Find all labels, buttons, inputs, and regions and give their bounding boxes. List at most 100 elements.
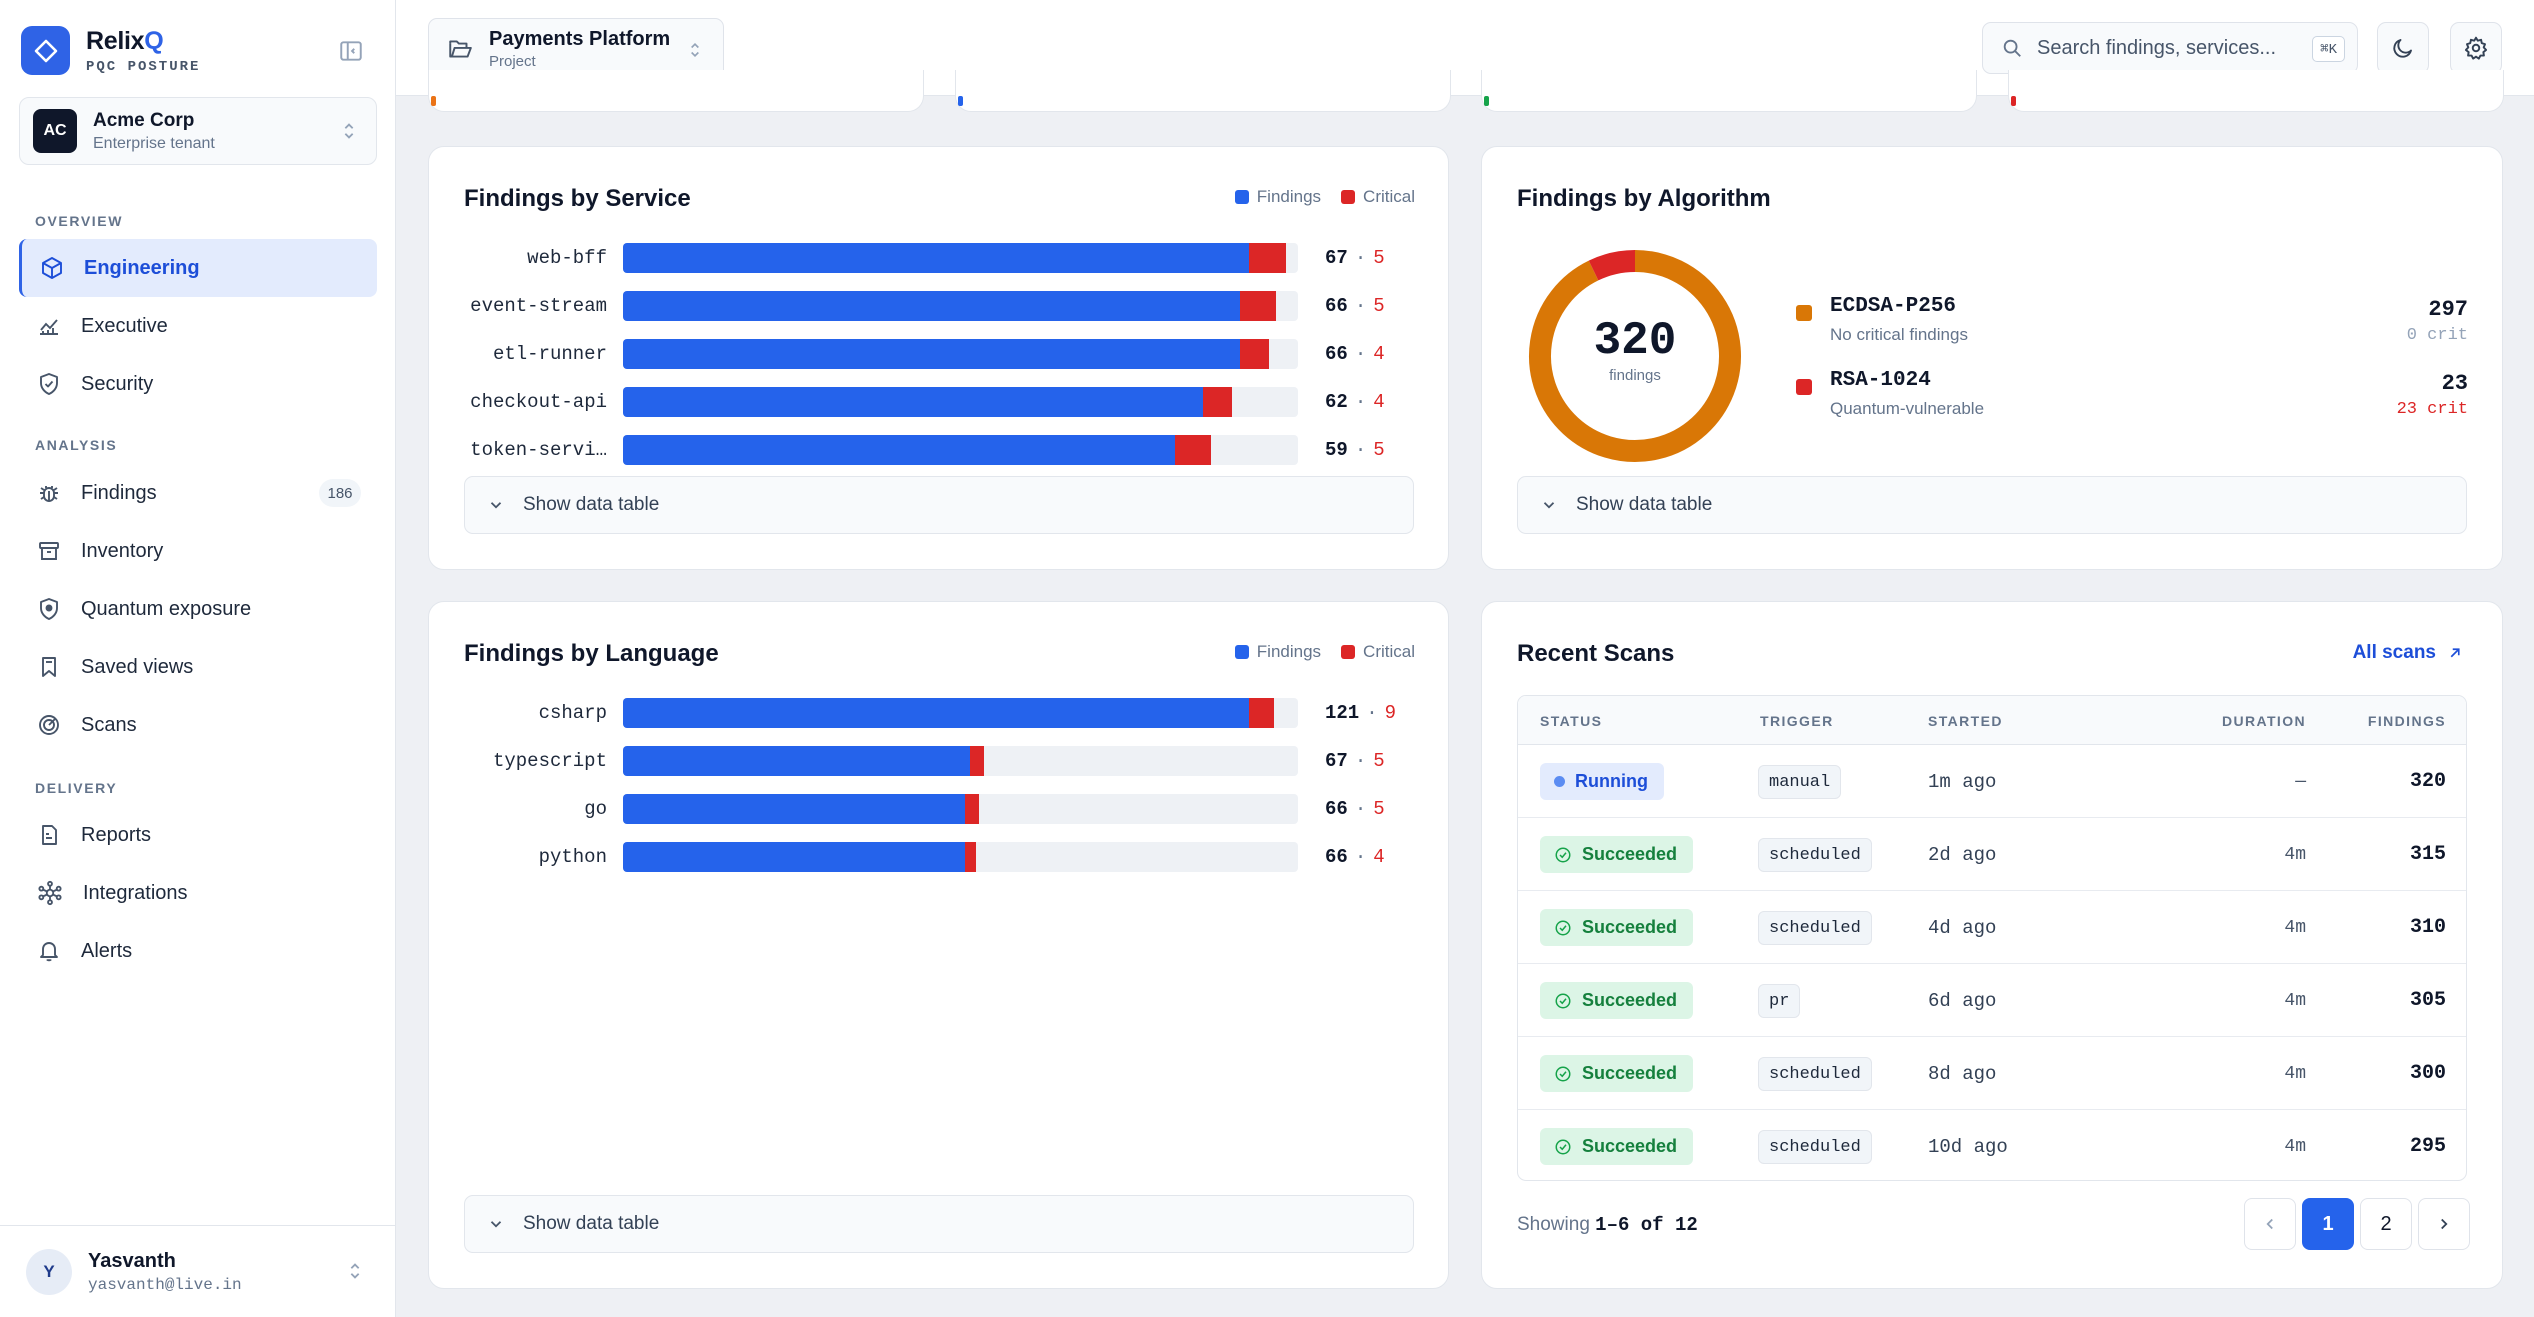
search-input[interactable] [2037, 36, 2287, 60]
table-row[interactable]: Succeeded scheduled 4d ago 4m 310 [1518, 891, 2466, 964]
bar-category-label: python [538, 846, 607, 868]
page-1-button[interactable]: 1 [2302, 1198, 2354, 1250]
findings-value: 300 [2409, 1062, 2446, 1085]
sidebar-item-saved-views[interactable]: Saved views [19, 638, 377, 696]
user-email: yasvanth@live.in [88, 1275, 242, 1294]
table-row[interactable]: Succeeded scheduled 10d ago 4m 295 [1518, 1110, 2466, 1180]
sidebar-item-integrations[interactable]: Integrations [19, 864, 377, 922]
bar-row[interactable]: web-bff 67 · 5 [429, 243, 1448, 273]
findings-value: 66 [1325, 295, 1348, 317]
trigger-tag: pr [1758, 984, 1801, 1018]
bar-category-label: web-bff [527, 247, 607, 269]
chevron-updown-icon [344, 123, 354, 139]
gear-icon [2464, 36, 2488, 60]
sidebar-item-quantum-exposure[interactable]: Quantum exposure [19, 580, 377, 638]
search-box[interactable]: ⌘K [1982, 22, 2358, 74]
sidebar-item-executive[interactable]: Executive [19, 297, 377, 355]
critical-value: 4 [1373, 391, 1385, 413]
critical-value: 5 [1373, 798, 1385, 820]
sidebar-item-label: Saved views [81, 655, 194, 678]
table-row[interactable]: Running manual 1m ago — 320 [1518, 745, 2466, 818]
legend-critical-label: Critical [1363, 187, 1415, 206]
show-data-table-button[interactable]: Show data table [464, 1195, 1414, 1253]
card-title: Recent Scans [1517, 640, 1675, 667]
collapse-sidebar-icon[interactable] [338, 38, 364, 64]
column-header-trigger: TRIGGER [1760, 713, 1834, 729]
sidebar-item-label: Integrations [83, 881, 188, 904]
brand[interactable]: RelixQ PQC POSTURE [21, 26, 200, 75]
bar-track [623, 435, 1298, 465]
prev-page-button[interactable] [2244, 1198, 2296, 1250]
sidebar-item-label: Reports [81, 823, 152, 846]
chart-line-icon [40, 319, 58, 335]
sidebar-item-reports[interactable]: Reports [19, 806, 377, 864]
sidebar-item-label: Engineering [84, 256, 200, 279]
separator-dot: · [1354, 846, 1367, 868]
algorithm-row-ecdsa[interactable]: ECDSA-P256 No critical findings 297 0 cr… [1796, 295, 2468, 355]
theme-toggle-button[interactable] [2377, 22, 2429, 74]
show-data-table-button[interactable]: Show data table [1517, 476, 2467, 534]
next-page-button[interactable] [2418, 1198, 2470, 1250]
all-scans-link[interactable]: All scans [2353, 642, 2464, 664]
bar-value-label: 66 · 5 [1325, 295, 1385, 317]
sidebar-item-label: Security [81, 372, 154, 395]
bar-row[interactable]: csharp 121 · 9 [429, 698, 1448, 728]
bar-category-label: csharp [538, 702, 607, 724]
duration-value: 4m [2284, 991, 2306, 1011]
chevron-down-icon [490, 502, 502, 509]
bar-track [623, 291, 1298, 321]
status-label: Succeeded [1582, 917, 1678, 937]
table-row[interactable]: Succeeded scheduled 8d ago 4m 300 [1518, 1037, 2466, 1110]
sidebar-item-engineering[interactable]: Engineering [19, 239, 377, 297]
bar-row[interactable]: go 66 · 5 [429, 794, 1448, 824]
table-row[interactable]: Succeeded scheduled 2d ago 4m 315 [1518, 818, 2466, 891]
page-2-button[interactable]: 2 [2360, 1198, 2412, 1250]
chevron-updown-icon [350, 1263, 360, 1279]
user-menu[interactable]: Y Yasvanth yasvanth@live.in [0, 1225, 396, 1317]
separator-dot: · [1366, 702, 1378, 724]
sidebar-item-findings[interactable]: Findings 186 [19, 464, 377, 522]
bar-row[interactable]: token-servi… 59 · 5 [429, 435, 1448, 465]
tenant-subtitle: Enterprise tenant [93, 134, 215, 152]
algorithm-row-rsa[interactable]: RSA-1024 Quantum-vulnerable 23 23 crit [1796, 369, 2468, 429]
bar-track [623, 339, 1298, 369]
brand-logo-icon [21, 26, 70, 75]
pagination-info: Showing 1–6 of 12 [1517, 1214, 1698, 1236]
bar-value-label: 59 · 5 [1325, 439, 1385, 461]
card-title: Findings by Algorithm [1517, 185, 1771, 212]
sidebar-item-scans[interactable]: Scans [19, 696, 377, 754]
algorithm-count: 23 [2441, 371, 2468, 396]
avatar: Y [26, 1248, 72, 1295]
algorithm-description: Quantum-vulnerable [1830, 399, 1985, 418]
findings-value: 66 [1325, 846, 1348, 868]
bar-row[interactable]: python 66 · 4 [429, 842, 1448, 872]
findings-value: 67 [1325, 750, 1348, 772]
findings-value: 310 [2409, 916, 2446, 939]
findings-by-algorithm-card: Findings by Algorithm 320 findings ECDSA… [1481, 146, 2503, 570]
bar-row[interactable]: typescript 67 · 5 [429, 746, 1448, 776]
settings-button[interactable] [2450, 22, 2502, 74]
bar-row[interactable]: checkout-api 62 · 4 [429, 387, 1448, 417]
trigger-tag: scheduled [1758, 911, 1872, 945]
legend-findings-label: Findings [1256, 187, 1322, 206]
duration-value: 4m [2284, 1064, 2306, 1084]
tenant-switcher[interactable]: AC Acme Corp Enterprise tenant [19, 97, 377, 165]
findings-value: 66 [1325, 343, 1348, 365]
algorithm-critical: 0 crit [2406, 326, 2468, 345]
duration-value: — [2295, 772, 2306, 792]
sidebar-item-alerts[interactable]: Alerts [19, 922, 377, 980]
bar-row[interactable]: etl-runner 66 · 4 [429, 339, 1448, 369]
bar-critical [1202, 387, 1232, 417]
bar-category-label: go [584, 798, 607, 820]
table-row[interactable]: Succeeded pr 6d ago 4m 305 [1518, 964, 2466, 1037]
sidebar-item-inventory[interactable]: Inventory [19, 522, 377, 580]
status-badge: Succeeded [1540, 836, 1694, 873]
donut-slice-rsa[interactable] [1588, 250, 1636, 281]
sidebar-item-security[interactable]: Security [19, 355, 377, 413]
separator-dot: · [1354, 247, 1367, 269]
sidebar: RelixQ PQC POSTURE AC Acme Corp Enterpri… [0, 0, 396, 1317]
bar-row[interactable]: event-stream 66 · 5 [429, 291, 1448, 321]
critical-value: 9 [1384, 702, 1397, 724]
column-header-started: STARTED [1928, 713, 2003, 729]
show-data-table-button[interactable]: Show data table [464, 476, 1414, 534]
